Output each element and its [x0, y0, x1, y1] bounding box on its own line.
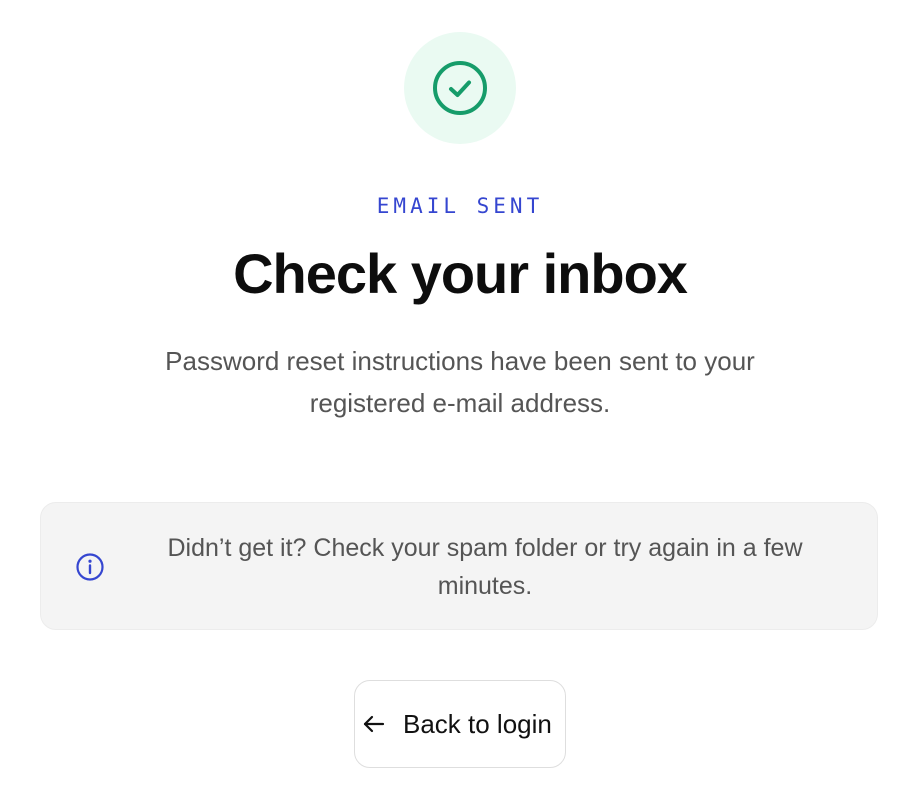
- arrow-left-icon: [359, 709, 389, 739]
- check-circle-icon: [433, 61, 487, 115]
- info-icon: [75, 552, 105, 582]
- back-to-login-label: Back to login: [403, 709, 552, 739]
- page-title: Check your inbox: [233, 242, 688, 305]
- eyebrow-label: EMAIL SENT: [376, 194, 544, 218]
- back-to-login-button[interactable]: Back to login: [354, 680, 566, 768]
- page-description: Password reset instructions have been se…: [165, 346, 755, 418]
- email-sent-page: EMAIL SENT Check your inbox Password res…: [0, 0, 920, 798]
- info-notice: Didn’t get it? Check your spam folder or…: [40, 502, 878, 630]
- success-badge: [404, 32, 516, 144]
- info-notice-text: Didn’t get it? Check your spam folder or…: [167, 534, 803, 600]
